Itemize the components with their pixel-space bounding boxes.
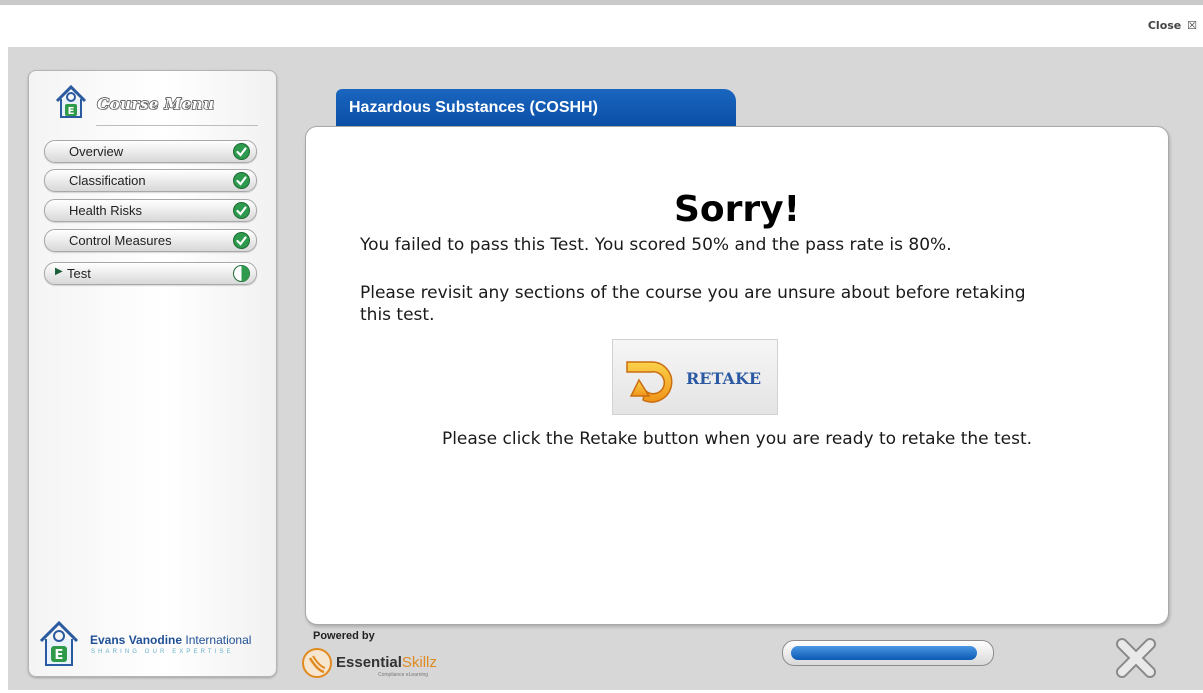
svg-text:E: E — [68, 106, 75, 117]
essentialskillz-wordmark: EssentialSkillz — [336, 654, 437, 671]
check-circle-icon — [233, 202, 250, 219]
essentialskillz-logo: EssentialSkillz Compliance eLearning — [300, 646, 460, 680]
menu-item-label: Overview — [69, 144, 124, 159]
exit-course-button[interactable] — [1114, 636, 1158, 680]
check-circle-icon — [233, 172, 250, 189]
half-circle-icon — [233, 265, 250, 282]
check-circle-icon — [233, 143, 250, 160]
menu-divider — [96, 125, 258, 126]
powered-by-label: Powered by — [313, 630, 375, 642]
brand-name: Evans Vanodine International — [90, 633, 251, 647]
menu-item-overview[interactable]: Overview — [44, 140, 257, 163]
provider-name-b: Skillz — [401, 654, 437, 671]
ev-logo-icon: E — [55, 84, 87, 118]
close-label: Close — [1147, 19, 1182, 32]
menu-item-label: Control Measures — [69, 233, 172, 248]
menu-item-label: Health Risks — [69, 203, 142, 218]
course-menu-panel: E Course Menu Overview Classification He… — [28, 70, 277, 677]
brand-name-bold: Evans Vanodine — [90, 633, 183, 647]
advice-message: Please revisit any sections of the cours… — [360, 283, 1026, 325]
top-border — [0, 0, 1203, 5]
brand-name-light: International — [185, 633, 252, 647]
svg-text:E: E — [55, 648, 64, 663]
menu-item-label: Test — [67, 266, 91, 281]
menu-item-control-measures[interactable]: Control Measures — [44, 229, 257, 252]
retake-instruction: Please click the Retake button when you … — [441, 429, 1033, 449]
close-x-icon — [1116, 638, 1156, 678]
course-progress-bar — [782, 640, 994, 666]
menu-item-health-risks[interactable]: Health Risks — [44, 199, 257, 222]
essentialskillz-emblem-icon — [302, 648, 332, 678]
evans-vanodine-brand: E Evans Vanodine International SHARING O… — [35, 619, 271, 671]
menu-item-label: Classification — [69, 173, 146, 188]
score-message: You failed to pass this Test. You scored… — [360, 235, 952, 255]
test-result-panel: Sorry! You failed to pass this Test. You… — [305, 126, 1169, 625]
close-link[interactable]: Close ☒ — [1148, 19, 1197, 32]
course-progress-fill — [791, 646, 977, 660]
course-menu-title: Course Menu — [96, 94, 215, 113]
menu-item-classification[interactable]: Classification — [44, 169, 257, 192]
menu-item-test[interactable]: ▶ Test — [44, 262, 257, 285]
retake-label: RETAKE — [686, 369, 762, 388]
current-arrow-icon: ▶ — [55, 266, 63, 277]
provider-name-a: Essential — [336, 654, 402, 671]
retake-arrow-icon — [626, 361, 673, 403]
result-heading: Sorry! — [673, 189, 801, 230]
check-circle-icon — [233, 232, 250, 249]
brand-tagline: SHARING OUR EXPERTISE — [91, 649, 234, 655]
evans-vanodine-logo-icon: E — [39, 620, 79, 666]
course-title: Hazardous Substances (COSHH) — [349, 99, 598, 116]
provider-subtitle: Compliance eLearning — [378, 672, 429, 678]
retake-button[interactable]: RETAKE — [612, 339, 778, 415]
close-box-icon: ☒ — [1187, 19, 1197, 32]
course-menu-header: E Course Menu — [51, 79, 261, 129]
course-title-tab: Hazardous Substances (COSHH) — [336, 89, 736, 127]
